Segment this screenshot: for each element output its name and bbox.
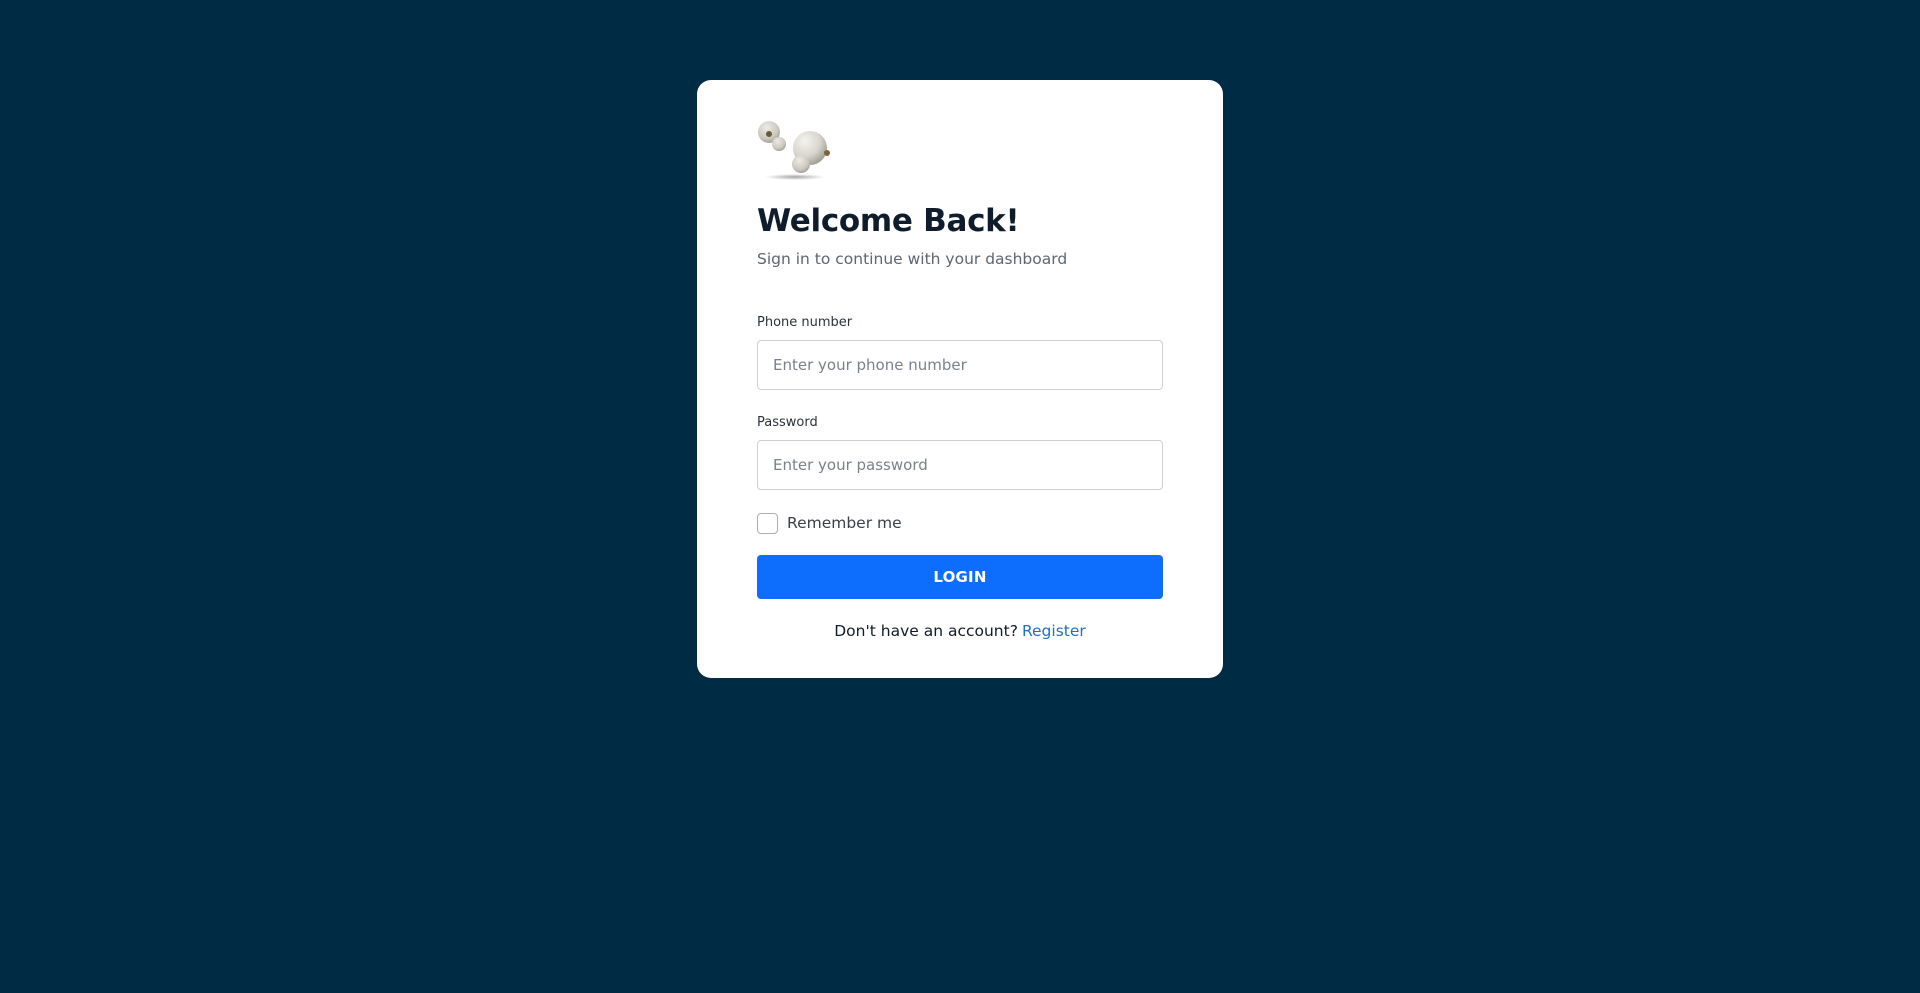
page-title: Welcome Back! [757,203,1020,239]
remember-me-row: Remember me [757,512,1163,534]
register-prompt-text: Don't have an account? [834,622,1018,640]
earbuds-logo-icon [758,121,830,180]
phone-label: Phone number [757,315,853,330]
phone-input[interactable] [757,340,1163,390]
login-button[interactable]: LOGIN [757,555,1163,599]
remember-me-checkbox[interactable] [757,512,778,534]
login-card: Welcome Back! Sign in to continue with y… [697,80,1223,678]
remember-me-label[interactable]: Remember me [787,512,902,534]
register-link[interactable]: Register [1022,622,1086,640]
register-prompt: Don't have an account? Register [757,620,1163,642]
password-input[interactable] [757,440,1163,490]
page-subtitle: Sign in to continue with your dashboard [757,250,1068,268]
password-label: Password [757,415,818,430]
